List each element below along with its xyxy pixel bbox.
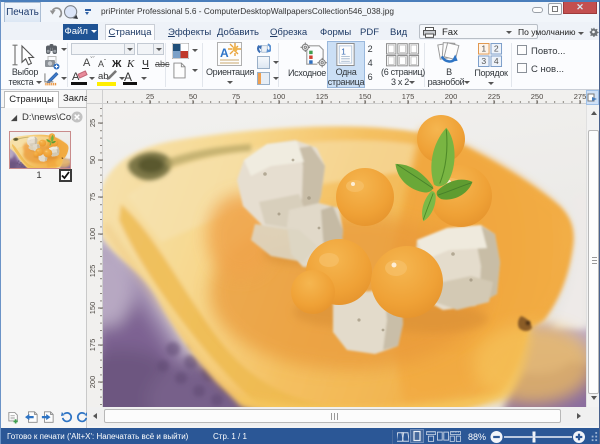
svg-text:150: 150 (88, 302, 97, 315)
svg-text:275: 275 (574, 92, 586, 101)
svg-text:125: 125 (88, 265, 97, 278)
svg-text:2: 2 (494, 44, 499, 54)
svg-text:150: 150 (359, 92, 372, 101)
svg-text:3: 3 (481, 56, 486, 66)
svg-text:200: 200 (445, 92, 458, 101)
svg-text:1: 1 (341, 47, 346, 57)
svg-text:175: 175 (88, 339, 97, 352)
svg-text:A: A (220, 46, 229, 60)
svg-text:125: 125 (316, 92, 329, 101)
svg-text:1: 1 (481, 44, 486, 54)
svg-text:100: 100 (88, 228, 97, 241)
svg-text:4: 4 (494, 56, 499, 66)
svg-text:75: 75 (88, 193, 97, 201)
svg-text:25: 25 (146, 92, 154, 101)
svg-text:175: 175 (402, 92, 415, 101)
svg-text:250: 250 (531, 92, 544, 101)
svg-text:200: 200 (88, 376, 97, 389)
svg-text:225: 225 (488, 92, 501, 101)
svg-text:75: 75 (232, 92, 240, 101)
svg-text:50: 50 (88, 156, 97, 164)
svg-text:100: 100 (273, 92, 286, 101)
svg-text:50: 50 (189, 92, 197, 101)
svg-text:25: 25 (88, 119, 97, 127)
